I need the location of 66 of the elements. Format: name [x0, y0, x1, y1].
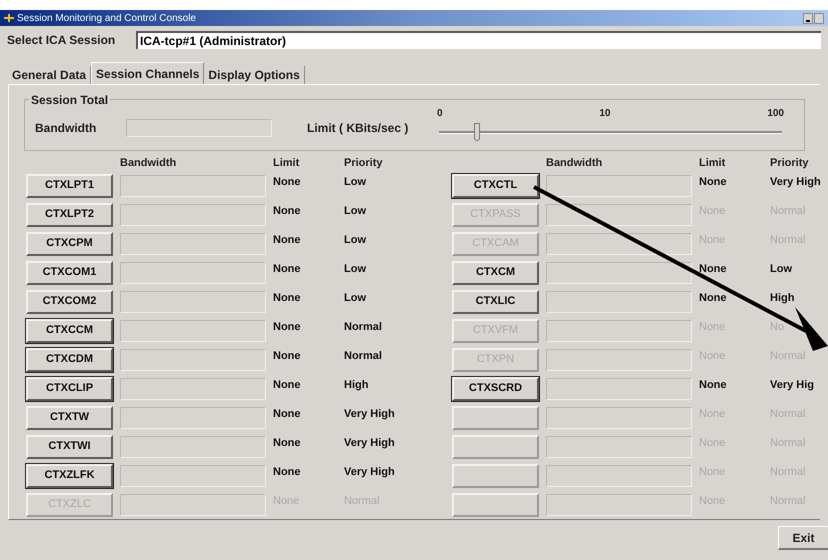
- column-header: Priority: [344, 156, 383, 171]
- column-header: Bandwidth: [546, 156, 604, 171]
- channel-button[interactable]: CTXSCRD: [452, 376, 539, 400]
- column-header: Bandwidth: [120, 156, 178, 171]
- priority-value: Low: [344, 291, 366, 306]
- channel-button[interactable]: CTXTWI: [26, 434, 113, 458]
- session-field[interactable]: ICA-tcp#1 (Administrator): [136, 31, 821, 49]
- limit-value: None: [699, 291, 728, 306]
- priority-value: Low: [344, 175, 366, 190]
- channel-button[interactable]: CTXZLFK: [26, 464, 113, 488]
- priority-value: Very Hig: [770, 378, 814, 394]
- column-header: Limit: [699, 156, 726, 171]
- priority-value: Very High: [344, 407, 395, 422]
- limit-value: None: [273, 291, 302, 306]
- priority-value: Low: [344, 233, 366, 248]
- channel-button[interactable]: CTXCOM2: [26, 290, 113, 314]
- limit-value: None: [273, 320, 302, 336]
- priority-value: Low: [344, 204, 366, 220]
- priority-value: High: [770, 291, 794, 306]
- priority-value: High: [344, 378, 368, 394]
- limit-value: None: [699, 175, 728, 190]
- limit-value: None: [699, 262, 728, 278]
- app-icon: [4, 14, 14, 22]
- channel-button[interactable]: CTXLPT1: [26, 174, 113, 198]
- priority-value: Normal: [344, 320, 382, 336]
- tab[interactable]: Session Channels: [91, 62, 204, 84]
- limit-value: None: [273, 204, 302, 220]
- tab[interactable]: Display Options: [204, 66, 305, 84]
- slider-track[interactable]: [439, 123, 782, 141]
- channel-button[interactable]: CTXLPT2: [26, 202, 113, 226]
- session-label: Select ICA Session: [7, 32, 116, 49]
- channel-button[interactable]: CTXTW: [26, 406, 113, 430]
- channel-button[interactable]: CTXLIC: [452, 290, 539, 314]
- limit-value: None: [273, 262, 302, 278]
- exit-button[interactable]: Exit: [778, 526, 828, 550]
- minimize-icon[interactable]: [803, 12, 813, 24]
- column-header: Limit: [273, 156, 300, 171]
- limit-value: None: [273, 407, 302, 422]
- limit-label: Limit ( KBits/sec ): [307, 120, 410, 137]
- window-title: Session Monitoring and Control Console: [17, 12, 196, 26]
- channel-button[interactable]: CTXCM: [452, 260, 539, 284]
- priority-value: Low: [344, 262, 366, 278]
- limit-value: None: [273, 349, 302, 364]
- limit-value: None: [699, 378, 728, 394]
- bandwidth-label: Bandwidth: [35, 120, 98, 137]
- channel-button[interactable]: CTXCCM: [26, 318, 113, 342]
- limit-value: None: [273, 175, 302, 190]
- tick-label: 0: [437, 107, 443, 121]
- channel-button[interactable]: CTXCLIP: [26, 376, 113, 400]
- limit-value: None: [273, 465, 302, 480]
- tick-label: 10: [599, 107, 610, 121]
- tick-label: 100: [767, 107, 784, 121]
- column-header: Priority: [770, 156, 809, 171]
- priority-value: Normal: [344, 349, 382, 364]
- priority-value: Very High: [344, 436, 395, 452]
- priority-value: Low: [770, 262, 792, 278]
- channel-button[interactable]: CTXCDM: [26, 348, 113, 372]
- channel-button[interactable]: CTXCOM1: [26, 260, 113, 284]
- channel-button[interactable]: CTXCTL: [452, 174, 539, 198]
- priority-value: Very High: [770, 175, 821, 190]
- slider-thumb[interactable]: [474, 123, 480, 141]
- priority-value: Very High: [344, 465, 395, 480]
- limit-value: None: [273, 378, 302, 394]
- channel-button[interactable]: CTXCPM: [26, 232, 113, 256]
- limit-value: None: [273, 233, 302, 248]
- limit-value: None: [273, 436, 302, 452]
